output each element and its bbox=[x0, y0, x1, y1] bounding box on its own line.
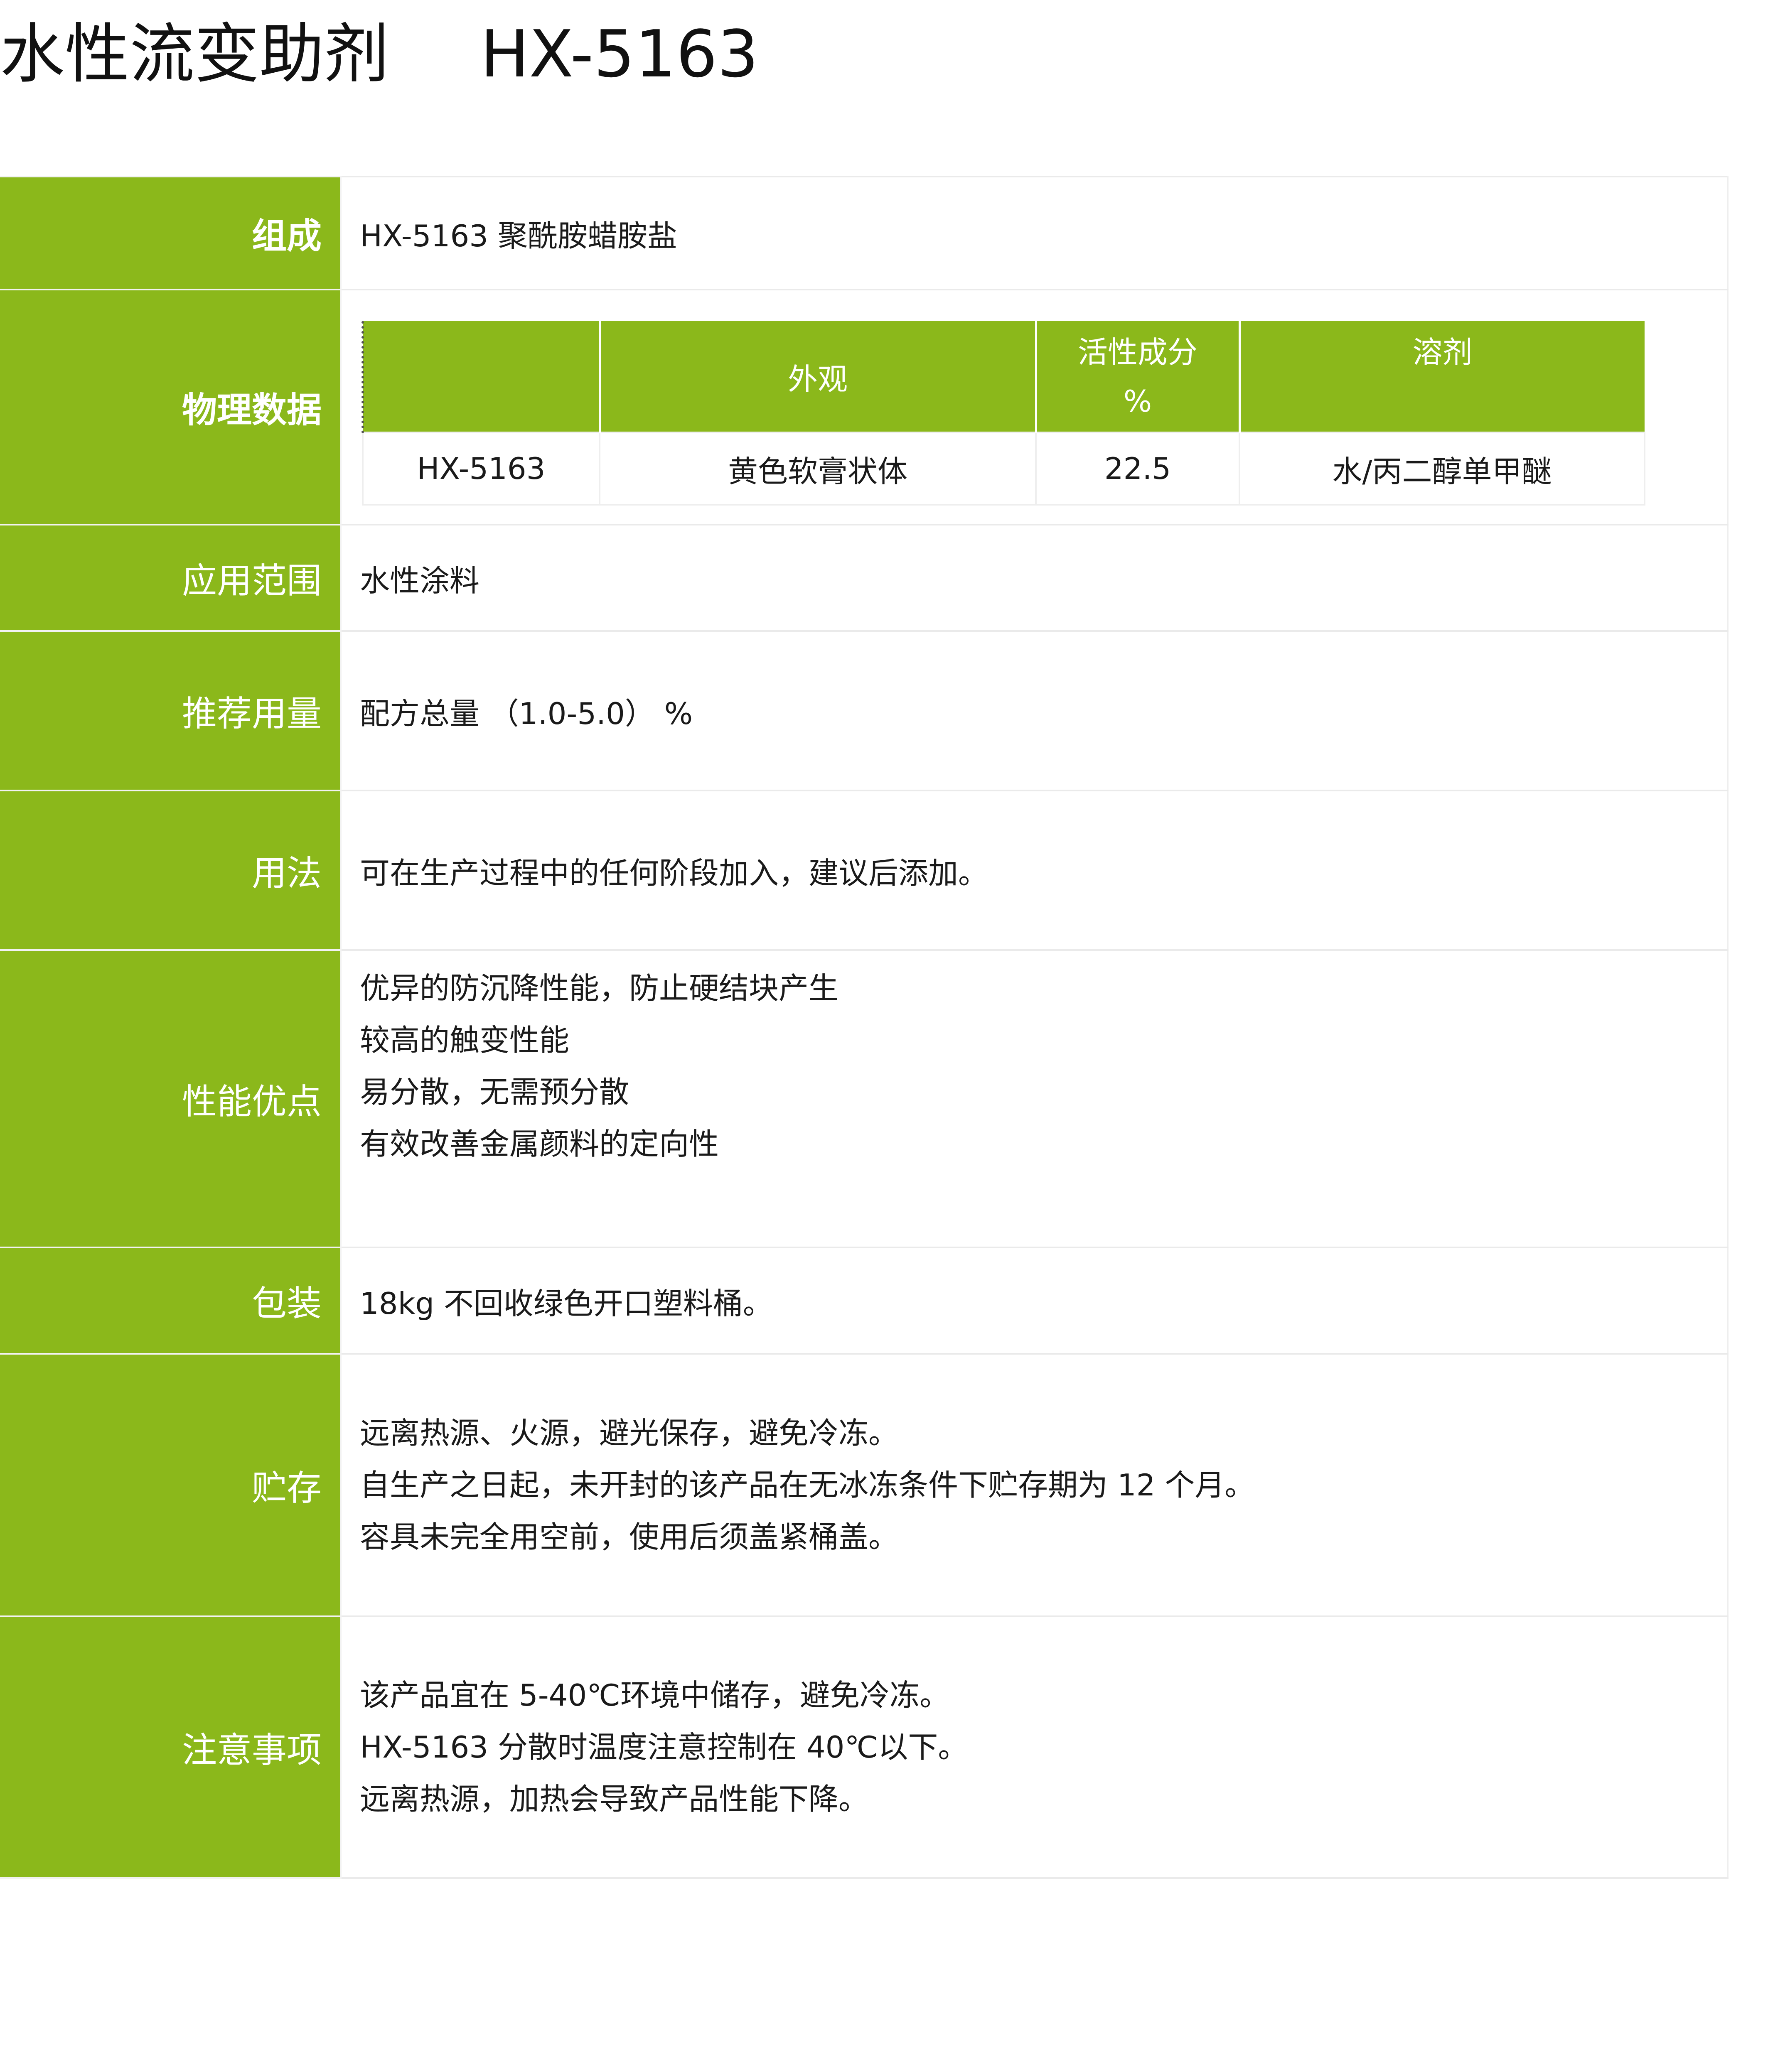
value-advantages: 优异的防沉降性能，防止硬结块产生 较高的触变性能 易分散，无需预分散 有效改善金… bbox=[341, 949, 1729, 1248]
cell-product: HX-5163 bbox=[362, 432, 600, 506]
value-dosage: 配方总量 （1.0-5.0） % bbox=[341, 630, 1729, 791]
composition-text: HX-5163 聚酰胺蜡胺盐 bbox=[360, 218, 677, 253]
dosage-text: 配方总量 （1.0-5.0） % bbox=[360, 696, 693, 731]
label-application: 应用范围 bbox=[0, 524, 342, 632]
header-appearance: 外观 bbox=[600, 321, 1037, 432]
application-text: 水性涂料 bbox=[360, 563, 480, 598]
row-dosage: 推荐用量 配方总量 （1.0-5.0） % bbox=[0, 630, 1729, 791]
row-packaging: 包装 18kg 不回收绿色开口塑料桶。 bbox=[0, 1247, 1729, 1355]
value-storage: 远离热源、火源，避光保存，避免冷冻。 自生产之日起，未开封的该产品在无冰冻条件下… bbox=[341, 1353, 1729, 1617]
label-dosage: 推荐用量 bbox=[0, 630, 342, 791]
note-line: 远离热源，加热会导致产品性能下降。 bbox=[360, 1781, 869, 1817]
row-application: 应用范围 水性涂料 bbox=[0, 524, 1729, 632]
product-code: HX-5163 bbox=[480, 16, 759, 92]
storage-line: 自生产之日起，未开封的该产品在无冰冻条件下贮存期为 12 个月。 bbox=[360, 1467, 1255, 1502]
value-packaging: 18kg 不回收绿色开口塑料桶。 bbox=[341, 1247, 1729, 1355]
row-storage: 贮存 远离热源、火源，避光保存，避免冷冻。 自生产之日起，未开封的该产品在无冰冻… bbox=[0, 1353, 1729, 1617]
row-usage: 用法 可在生产过程中的任何阶段加入，建议后添加。 bbox=[0, 790, 1729, 951]
product-category: 水性流变助剂 bbox=[0, 16, 389, 92]
spec-table: 组成 HX-5163 聚酰胺蜡胺盐 物理数据 外观 活性成分 % 溶剂 HX-5… bbox=[0, 176, 1729, 1879]
header-active-content-unit: % bbox=[1123, 384, 1152, 419]
physical-data-table: 外观 活性成分 % 溶剂 HX-5163 黄色软膏状体 22.5 水/丙二醇单甲… bbox=[361, 321, 1645, 506]
storage-line: 远离热源、火源，避光保存，避免冷冻。 bbox=[360, 1415, 899, 1451]
label-physical: 物理数据 bbox=[0, 289, 342, 525]
usage-text: 可在生产过程中的任何阶段加入，建议后添加。 bbox=[360, 855, 988, 891]
advantage-item: 优异的防沉降性能，防止硬结块产生 bbox=[360, 971, 839, 1006]
page-title: 水性流变助剂 HX-5163 bbox=[0, 12, 759, 96]
note-line: 该产品宜在 5-40℃环境中储存，避免冷冻。 bbox=[360, 1677, 950, 1713]
label-notes: 注意事项 bbox=[0, 1615, 342, 1879]
advantage-item: 易分散，无需预分散 bbox=[360, 1075, 629, 1110]
cell-appearance: 黄色软膏状体 bbox=[599, 432, 1037, 506]
value-physical: 外观 活性成分 % 溶剂 HX-5163 黄色软膏状体 22.5 水/丙二醇单甲… bbox=[341, 289, 1729, 525]
value-notes: 该产品宜在 5-40℃环境中储存，避免冷冻。 HX-5163 分散时温度注意控制… bbox=[341, 1615, 1729, 1879]
advantage-item: 较高的触变性能 bbox=[360, 1023, 570, 1058]
value-application: 水性涂料 bbox=[341, 524, 1729, 632]
cell-solvent: 水/丙二醇单甲醚 bbox=[1239, 432, 1645, 506]
physical-header-row: 外观 活性成分 % 溶剂 bbox=[361, 321, 1645, 432]
row-composition: 组成 HX-5163 聚酰胺蜡胺盐 bbox=[0, 176, 1729, 290]
packaging-text: 18kg 不回收绿色开口塑料桶。 bbox=[360, 1286, 773, 1321]
label-usage: 用法 bbox=[0, 790, 342, 951]
value-composition: HX-5163 聚酰胺蜡胺盐 bbox=[341, 176, 1729, 290]
row-physical: 物理数据 外观 活性成分 % 溶剂 HX-5163 黄色软膏状体 22.5 水/… bbox=[0, 289, 1729, 525]
physical-data-row: HX-5163 黄色软膏状体 22.5 水/丙二醇单甲醚 bbox=[362, 432, 1645, 506]
storage-line: 容具未完全用空前，使用后须盖紧桶盖。 bbox=[360, 1519, 899, 1554]
value-usage: 可在生产过程中的任何阶段加入，建议后添加。 bbox=[341, 790, 1729, 951]
header-active-content-label: 活性成分 bbox=[1077, 335, 1197, 370]
cell-active-content: 22.5 bbox=[1035, 432, 1240, 506]
row-advantages: 性能优点 优异的防沉降性能，防止硬结块产生 较高的触变性能 易分散，无需预分散 … bbox=[0, 949, 1729, 1248]
note-line: HX-5163 分散时温度注意控制在 40℃以下。 bbox=[360, 1729, 968, 1765]
label-composition: 组成 bbox=[0, 176, 342, 290]
header-active-content: 活性成分 % bbox=[1036, 321, 1241, 432]
header-solvent-label: 溶剂 bbox=[1412, 335, 1473, 370]
header-product bbox=[361, 321, 601, 432]
row-notes: 注意事项 该产品宜在 5-40℃环境中储存，避免冷冻。 HX-5163 分散时温… bbox=[0, 1615, 1729, 1879]
header-solvent: 溶剂 bbox=[1239, 321, 1645, 432]
label-storage: 贮存 bbox=[0, 1353, 342, 1617]
label-packaging: 包装 bbox=[0, 1247, 342, 1355]
advantage-item: 有效改善金属颜料的定向性 bbox=[360, 1127, 719, 1161]
label-advantages: 性能优点 bbox=[0, 949, 342, 1248]
